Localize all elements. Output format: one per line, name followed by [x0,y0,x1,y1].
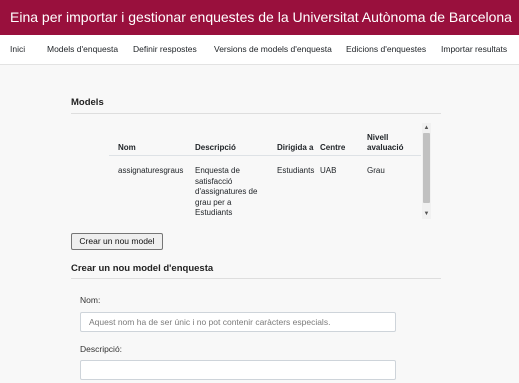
app-title: Eina per importar i gestionar enquestes … [10,9,512,25]
form-section-title: Crear un nou model d'enquesta [71,263,214,274]
cell-dirigida: Estudiants [277,166,315,175]
column-header-dirigida: Dirigida a [277,143,314,152]
cell-nivell: Grau [367,166,385,175]
descripcio-input[interactable] [80,360,396,380]
nav-item-inici[interactable]: Inici [10,35,25,65]
column-header-descripcio: Descripció [195,143,236,152]
app-title-bar: Eina per importar i gestionar enquestes … [0,0,519,35]
table-scrollbar[interactable]: ▲ ▼ [422,123,431,219]
cell-nom: assignaturesgraus [118,166,184,175]
form-divider [71,278,441,279]
column-header-nom: Nom [118,143,136,152]
scroll-thumb[interactable] [423,133,430,203]
cell-centre: UAB [320,166,337,175]
descripcio-label: Descripció: [80,344,123,354]
models-divider [71,113,441,114]
nav-item-models[interactable]: Models d'enquesta [47,35,118,65]
table-header-divider [109,155,421,156]
models-section-title: Models [71,97,104,108]
scroll-up-arrow-icon[interactable]: ▲ [422,124,431,132]
cell-descripcio: Enquesta de satisfacció d'assignatures d… [195,166,258,217]
scroll-down-arrow-icon[interactable]: ▼ [422,210,431,218]
nom-input[interactable] [80,312,396,332]
models-table: Nom Descripció Dirigida a Centre Nivell … [109,123,431,219]
nav-item-versions[interactable]: Versions de models d'enquesta [214,35,332,65]
create-model-button[interactable]: Crear un nou model [71,233,163,250]
nav-item-definir-respostes[interactable]: Definir respostes [133,35,197,65]
column-header-centre: Centre [320,143,346,152]
nom-label: Nom: [80,295,101,305]
column-header-nivell: Nivell avaluació [367,133,404,152]
nav-item-edicions[interactable]: Edicions d'enquestes [346,35,426,65]
nav-item-importar[interactable]: Importar resultats [441,35,507,65]
main-nav: Inici Models d'enquesta Definir resposte… [0,35,519,65]
